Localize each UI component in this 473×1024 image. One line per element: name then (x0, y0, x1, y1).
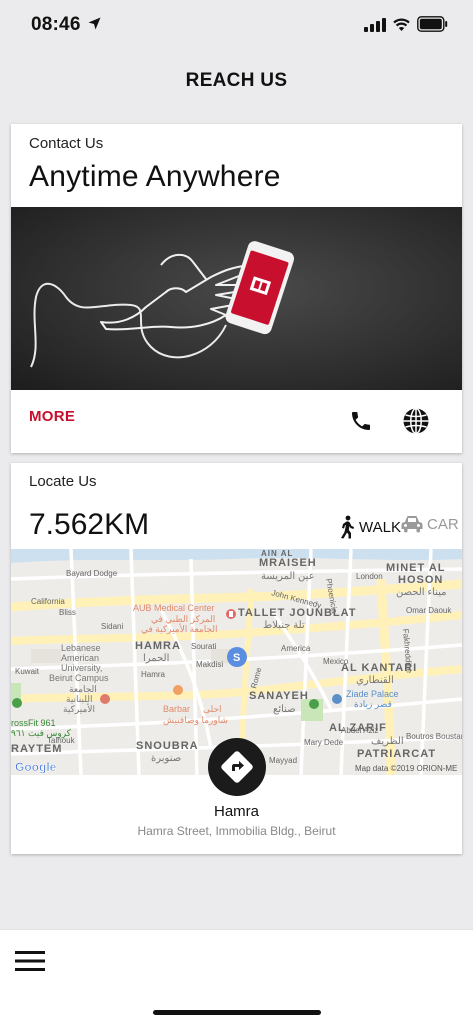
park-marker-icon[interactable] (309, 699, 319, 709)
map-label-zarif-ar: الظريف (371, 736, 404, 747)
map-label-barbar-ar1: احلى (203, 704, 222, 714)
map-label-tallet-ar: تلة جنبلاط (263, 620, 305, 631)
page-title: REACH US (185, 70, 288, 91)
google-logo: Google (15, 760, 57, 774)
map-label-hamra-ar: الحمرا (143, 653, 169, 664)
map-label-barbar-ar2: شاورما وصافنيش (163, 715, 228, 726)
map-label-snoubra: SNOUBRA (136, 740, 199, 752)
map-label-mraiseh-ar: عين المريسة (261, 571, 315, 582)
map-label-ziade-ar: قصر زيادة (354, 699, 392, 710)
walk-icon (341, 515, 354, 539)
map-label-makdisi: Makdisi (196, 660, 223, 669)
map-label-sanayeh-ar: صنائع (273, 704, 296, 715)
map-label-omar-daouk: Omar Daouk (406, 606, 452, 615)
map-label-lau-2: American (61, 653, 99, 663)
map-label-bliss: Bliss (59, 608, 76, 617)
map-label-zarif: AL ZARIF (329, 722, 387, 734)
map-label-aub: AUB Medical Center (133, 603, 215, 613)
directions-icon (221, 751, 253, 783)
map-label-lau-1: Lebanese (61, 643, 101, 653)
hamburger-menu-icon[interactable] (15, 951, 45, 971)
status-time: 08:46 (31, 14, 81, 35)
map-label-kantari: AL KANTARI (341, 662, 417, 674)
map-label-lau-ar1: الجامعة (69, 684, 97, 694)
map-label-lau-ar2: اللبنانية (66, 694, 92, 704)
map-label-america: America (281, 644, 311, 653)
walk-mode-toggle[interactable]: WALK (339, 515, 401, 539)
restaurant-marker-icon[interactable] (173, 685, 183, 695)
map-label-boutros: Boutros Boustani (406, 732, 462, 741)
map-label-mary-dede: Mary Dede (304, 738, 344, 747)
contact-hero-image (11, 207, 462, 390)
map-label-crossfit-ar: كروس فيت ٩٦١ (11, 728, 72, 739)
map-label-ziade: Ziade Palace (346, 689, 399, 699)
status-bar: 08:46 (0, 0, 473, 50)
location-arrow-icon (88, 17, 101, 30)
svg-text:S: S (233, 652, 240, 664)
map-label-tallet: TALLET JOUNBLAT (238, 607, 356, 619)
car-icon (401, 516, 423, 533)
battery-icon (417, 16, 448, 32)
more-button[interactable]: MORE (29, 408, 75, 425)
map-label-kantari-ar: القنطاري (356, 675, 394, 686)
gym-marker-icon[interactable] (12, 698, 22, 708)
map-label-sourati: Sourati (191, 642, 217, 651)
contact-subtitle: Contact Us (29, 135, 104, 152)
car-label: CAR (427, 515, 459, 533)
car-mode-toggle[interactable]: CAR (401, 515, 459, 533)
map-label-snoubra-ar: صنوبرة (151, 753, 181, 764)
map-label-minet: MINET AL (386, 562, 446, 574)
map-label-lau-4: Beirut Campus (49, 673, 109, 683)
location-name: Hamra (213, 803, 259, 820)
home-indicator[interactable] (153, 1010, 321, 1015)
map-label-kuwait: Kuwait (15, 667, 40, 676)
contact-card: Contact Us Anytime Anywhere MORE (11, 124, 462, 453)
globe-icon[interactable] (402, 407, 430, 435)
contact-headline: Anytime Anywhere (29, 160, 281, 193)
map-label-hoson: HOSON (398, 574, 443, 586)
map-label-hamra-caps: HAMRA (135, 640, 181, 652)
distance-value: 7.562KM (29, 508, 150, 541)
map-label-hamra: Hamra (141, 670, 166, 679)
locate-card: Locate Us 7.562KM WALK CAR Bayard Dodge … (11, 463, 462, 854)
map-label-lau-3: University, (61, 663, 102, 673)
map-credit: Map data ©2019 ORION-ME (355, 764, 457, 773)
bottom-bar (0, 929, 473, 1024)
map-label-lau-ar3: الأميركية (63, 703, 95, 715)
map-label-california: California (31, 597, 65, 606)
map-label-london: London (356, 572, 383, 581)
locate-subtitle: Locate Us (29, 473, 97, 490)
map-label-mayyad: Mayyad (269, 756, 297, 765)
landmark-marker-icon[interactable] (332, 694, 342, 704)
map-label-patriarcat: PATRIARCAT (357, 748, 436, 760)
map-label-sanayeh: SANAYEH (249, 690, 309, 702)
poi-marker-icon[interactable] (100, 694, 110, 704)
map-label-minet-ar: ميناء الحصن (396, 587, 446, 598)
map-label-mraiseh: MRAISEH (259, 557, 317, 569)
phone-icon[interactable] (349, 409, 373, 433)
map-label-bayard: Bayard Dodge (66, 569, 118, 578)
location-address: Hamra Street, Immobilia Bldg., Beirut (137, 824, 336, 838)
wifi-icon (393, 18, 410, 31)
map-label-crossfit: rossFit 961 (11, 718, 56, 728)
map-label-sidani: Sidani (101, 622, 123, 631)
directions-button[interactable] (208, 738, 266, 796)
map-label-raytem: RAYTEM (11, 743, 62, 755)
cellular-signal-icon (364, 18, 386, 32)
map-label-aub-ar2: الجامعة الأميركية في (141, 623, 218, 635)
map-label-barbar: Barbar (163, 704, 190, 714)
walk-label: WALK (359, 518, 401, 536)
